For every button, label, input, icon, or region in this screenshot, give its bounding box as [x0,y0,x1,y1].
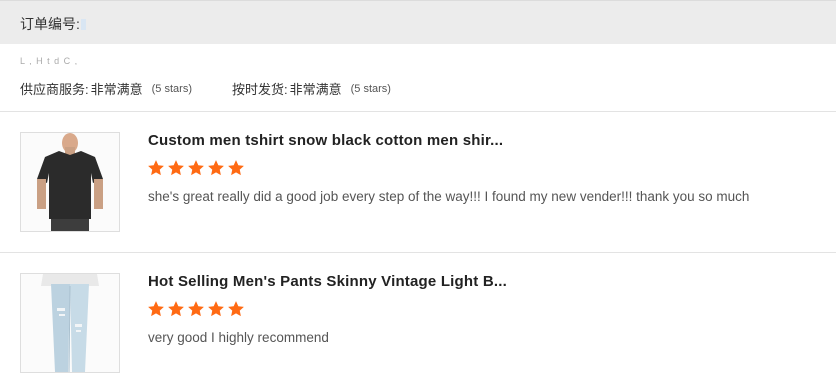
faint-address-text: L , H t d C , [20,57,79,65]
order-number-label-text: 订单编号: [20,16,80,32]
order-number-value[interactable] [80,19,86,30]
product-thumbnail-tshirt[interactable] [20,132,120,232]
review-comment: very good I highly recommend [148,330,329,345]
star-icon [208,160,224,176]
tshirt-image [21,133,119,231]
review-comment: she's great really did a good job every … [148,189,750,204]
order-number-bar: 订单编号: [0,0,836,44]
star-icon [168,160,184,176]
star-icon [148,301,164,317]
product-title[interactable]: Hot Selling Men's Pants Skinny Vintage L… [148,273,507,290]
review-item: Custom men tshirt snow black cotton men … [20,132,820,232]
jeans-image [21,274,119,372]
star-icon [228,301,244,317]
star-icon [208,301,224,317]
star-rating [147,300,245,318]
divider [0,111,836,112]
product-thumbnail-jeans[interactable] [20,273,120,373]
star-icon [148,160,164,176]
on-time-delivery-stars: (5 stars) [350,82,391,95]
on-time-delivery-value: 非常满意 [289,82,342,97]
supplier-service-value: 非常满意 [90,82,143,97]
divider [0,252,836,253]
on-time-delivery-group: 按时发货: 非常满意 (5 stars) [232,79,391,98]
star-icon [188,160,204,176]
review-item: Hot Selling Men's Pants Skinny Vintage L… [20,273,820,373]
supplier-service-label: 供应商服务: [20,82,89,97]
star-icon [188,301,204,317]
product-title[interactable]: Custom men tshirt snow black cotton men … [148,132,503,149]
order-number-label: 订单编号: [20,14,86,34]
star-rating [147,159,245,177]
on-time-delivery-label: 按时发货: [231,82,288,97]
supplier-service-stars: (5 stars) [151,82,192,95]
star-icon [228,160,244,176]
star-icon [168,301,184,317]
seller-ratings: 供应商服务: 非常满意 (5 stars) 按时发货: 非常满意 (5 star… [20,79,391,98]
